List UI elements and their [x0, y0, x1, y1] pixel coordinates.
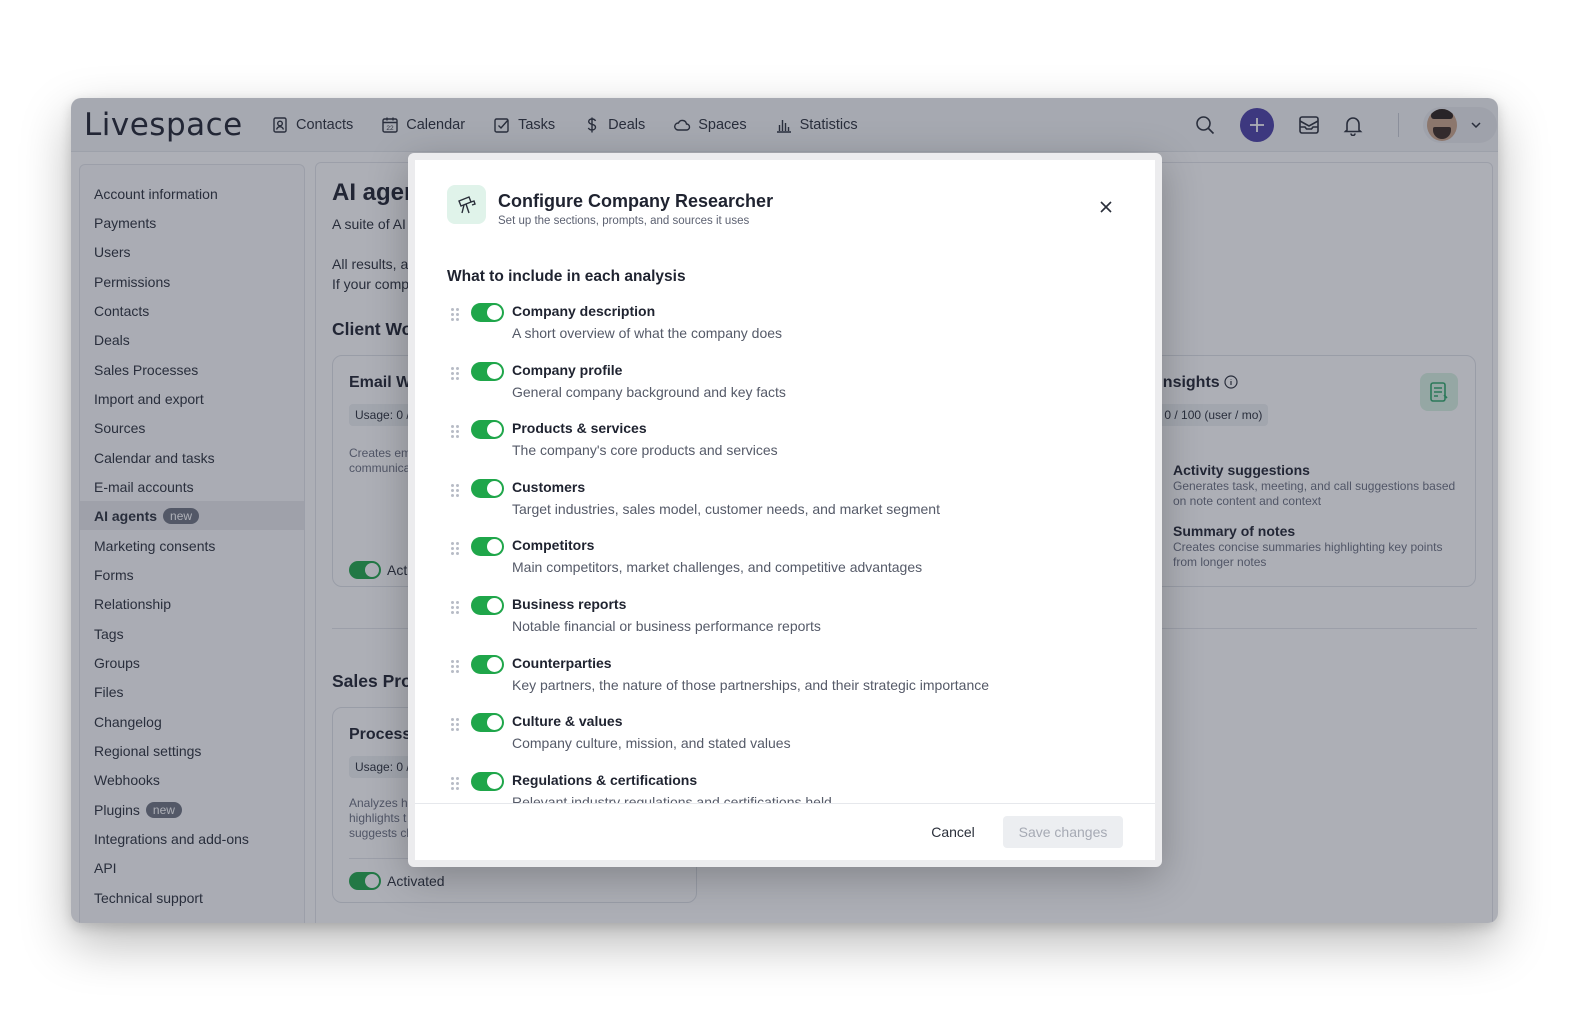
option-counterparties: Counterparties Key partners, the nature … [447, 654, 1127, 704]
option-title: Business reports [512, 596, 627, 612]
option-description: Notable financial or business performanc… [512, 618, 821, 634]
save-changes-button[interactable]: Save changes [1003, 816, 1123, 848]
drag-handle-icon[interactable] [451, 718, 461, 732]
option-competitors: Competitors Main competitors, market cha… [447, 536, 1127, 586]
option-title: Company description [512, 303, 656, 319]
option-company-profile: Company profile General company backgrou… [447, 361, 1127, 411]
researcher-icon [447, 185, 486, 224]
option-customers: Customers Target industries, sales model… [447, 478, 1127, 528]
option-description: General company background and key facts [512, 384, 786, 400]
option-toggle[interactable] [471, 596, 504, 615]
option-title: Counterparties [512, 655, 612, 671]
drag-handle-icon[interactable] [451, 660, 461, 674]
option-company-description: Company description A short overview of … [447, 302, 1127, 352]
close-icon[interactable] [1096, 197, 1116, 217]
drag-handle-icon[interactable] [451, 777, 461, 791]
drag-handle-icon[interactable] [451, 601, 461, 615]
option-toggle[interactable] [471, 362, 504, 381]
cancel-button[interactable]: Cancel [915, 816, 991, 848]
option-products-services: Products & services The company's core p… [447, 419, 1127, 469]
option-toggle[interactable] [471, 420, 504, 439]
option-toggle[interactable] [471, 537, 504, 556]
option-description: Company culture, mission, and stated val… [512, 735, 791, 751]
drag-handle-icon[interactable] [451, 308, 461, 322]
option-toggle[interactable] [471, 772, 504, 791]
option-title: Products & services [512, 420, 647, 436]
option-description: Main competitors, market challenges, and… [512, 559, 923, 575]
drag-handle-icon[interactable] [451, 425, 461, 439]
option-description: A short overview of what the company doe… [512, 325, 783, 341]
drag-handle-icon[interactable] [451, 542, 461, 556]
option-toggle[interactable] [471, 479, 504, 498]
options-heading: What to include in each analysis [447, 268, 686, 285]
option-description: The company's core products and services [512, 442, 778, 458]
modal-title: Configure Company Researcher [498, 191, 774, 211]
configure-modal: Configure Company Researcher Set up the … [408, 153, 1162, 867]
option-business-reports: Business reports Notable financial or bu… [447, 595, 1127, 645]
drag-handle-icon[interactable] [451, 484, 461, 498]
modal-subtitle: Set up the sections, prompts, and source… [498, 215, 750, 227]
option-title: Customers [512, 479, 586, 495]
option-toggle[interactable] [471, 713, 504, 732]
modal-footer: Cancel Save changes [415, 803, 1155, 860]
option-description: Target industries, sales model, customer… [512, 501, 940, 517]
option-description: Key partners, the nature of those partne… [512, 677, 990, 693]
option-title: Competitors [512, 537, 595, 553]
option-toggle[interactable] [471, 303, 504, 322]
drag-handle-icon[interactable] [451, 367, 461, 381]
option-title: Company profile [512, 362, 623, 378]
option-toggle[interactable] [471, 655, 504, 674]
option-title: Regulations & certifications [512, 772, 698, 788]
option-culture-values: Culture & values Company culture, missio… [447, 712, 1127, 762]
option-title: Culture & values [512, 713, 623, 729]
